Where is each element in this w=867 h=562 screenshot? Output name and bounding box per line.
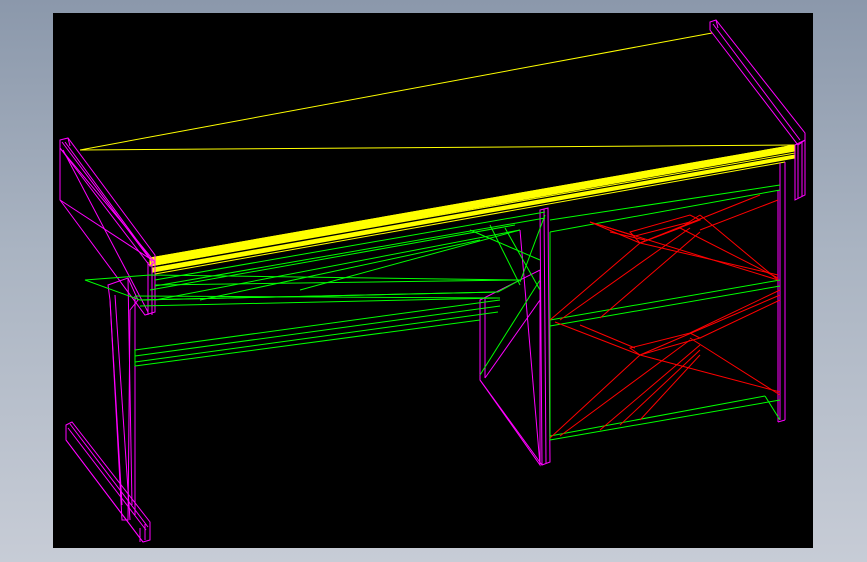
- desk-wireframe-drawing: [59, 19, 806, 543]
- tabletop: [79, 32, 796, 275]
- left-end-panel: [59, 137, 156, 543]
- lower-drawer: [549, 289, 781, 439]
- shelves-and-rails: [84, 184, 781, 441]
- cad-viewport[interactable]: [53, 13, 813, 548]
- upper-drawer: [549, 194, 779, 321]
